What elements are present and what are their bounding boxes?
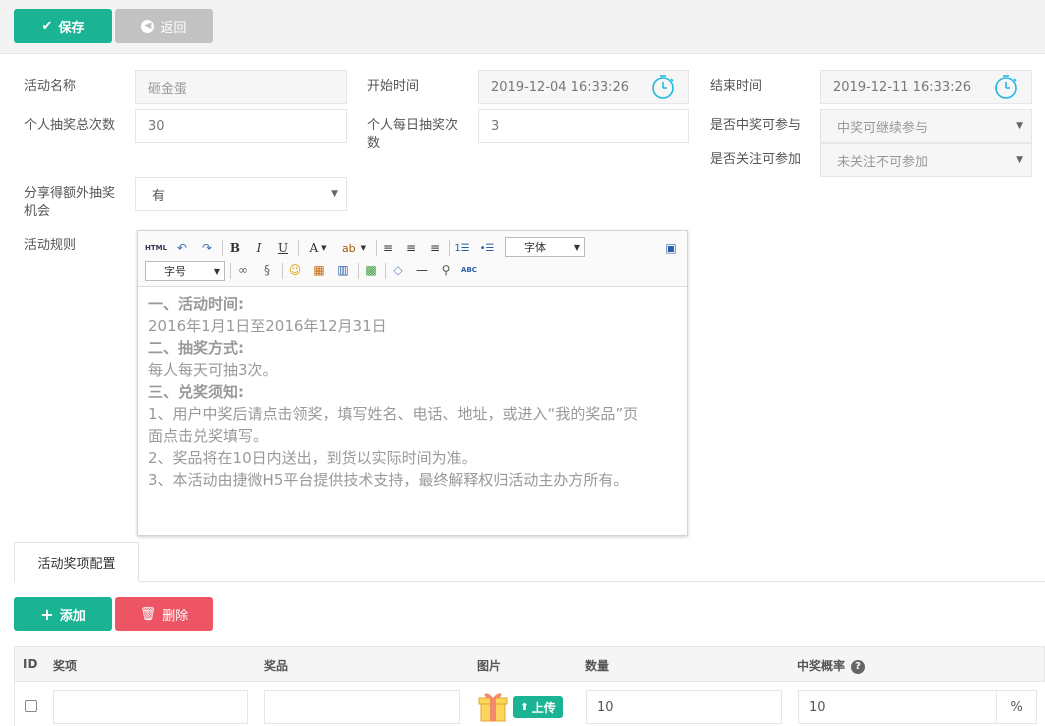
editor-paragraph: 2016年1月1日至2016年12月31日 [148,317,387,335]
align-center-icon[interactable]: ≡ [402,239,420,257]
rules-label: 活动规则 [24,238,77,253]
chevron-down-icon: ▼ [213,266,220,276]
tab-divider [14,581,1045,582]
chevron-down-icon: ▼ [1016,155,1023,165]
follow-required-select[interactable]: 未关注不可参加 ▼ [820,143,1032,177]
eraser-icon[interactable]: ◇ [389,261,407,279]
total-draws-label: 个人抽奖总次数 [24,118,116,133]
start-time-input[interactable]: 2019-12-04 16:33:26 [478,70,689,104]
save-button[interactable]: ✔ 保存 [14,9,112,43]
column-header-image: 图片 [477,659,502,673]
back-button[interactable]: ◀ 返回 [115,9,213,43]
editor-paragraph: 3、本活动由捷微H5平台提供技术支持，最终解释权归活动主办方所有。 [148,471,629,489]
column-header-id: ID [23,657,38,671]
plus-icon: + [40,604,54,624]
rules-editor[interactable]: HTML ↶ ↷ B I U A ▼ ab ▼ ≡ ≡ ≡ 1☰ •☰ 字体 ▼ … [137,230,688,536]
help-icon[interactable]: ? [851,659,866,674]
align-left-icon[interactable]: ≡ [379,239,397,257]
column-header-quantity: 数量 [585,659,610,673]
upload-icon: ⬆ [520,701,529,713]
editor-paragraph: 二、抽奖方式: [148,339,244,357]
editor-toolbar: HTML ↶ ↷ B I U A ▼ ab ▼ ≡ ≡ ≡ 1☰ •☰ 字体 ▼ … [138,231,687,287]
add-button[interactable]: + 添加 [14,597,112,631]
italic-icon[interactable]: I [250,239,268,257]
highlight-color-icon[interactable]: ab ▼ [338,239,370,257]
unlink-icon[interactable]: § [258,261,276,279]
column-header-probability: 中奖概率? [797,657,866,674]
total-draws-input[interactable]: 30 [135,109,347,143]
top-toolbar: ✔ 保存 ◀ 返回 [0,0,1045,54]
unordered-list-icon[interactable]: •☰ [478,239,496,257]
row-checkbox[interactable] [25,700,37,712]
undo-icon[interactable]: ↶ [173,239,191,257]
gift-icon [478,693,508,722]
after-win-label: 是否中奖可参与 [710,118,802,133]
daily-draws-label: 个人每日抽奖次数 [367,118,459,151]
after-win-select[interactable]: 中奖可继续参与 ▼ [820,109,1032,143]
tab-prize-config[interactable]: 活动奖项配置 [14,542,139,582]
start-time-label: 开始时间 [367,79,420,94]
emoji-icon[interactable]: ☺ [286,261,304,279]
editor-paragraph: 一、活动时间: [148,295,244,313]
daily-draws-input[interactable]: 3 [478,109,689,143]
percent-addon: % [997,690,1037,724]
column-header-award: 奖项 [53,659,78,673]
editor-content[interactable]: 一、活动时间: 2016年1月1日至2016年12月31日 二、抽奖方式: 每人每天可… [148,293,648,491]
chevron-down-icon: ▼ [573,242,580,252]
bold-icon[interactable]: B [226,239,244,257]
video-icon[interactable]: ▥ [334,261,352,279]
font-size-select[interactable]: 字号 ▼ [145,261,225,281]
table-row: ⬆ 上传 10 10 % [14,682,1045,726]
upload-button[interactable]: ⬆ 上传 [513,696,563,718]
font-color-icon[interactable]: A ▼ [304,239,332,257]
follow-required-label: 是否关注可参加 [710,152,802,167]
link-icon[interactable]: ∞ [234,261,252,279]
delete-button[interactable]: 🗑 删除 [115,597,213,631]
column-header-prize: 奖品 [264,659,289,673]
chevron-down-icon: ▼ [1016,121,1023,131]
redo-icon[interactable]: ↷ [198,239,216,257]
search-replace-icon[interactable]: ⚲ [437,261,455,279]
chevron-down-icon: ▼ [331,189,338,199]
activity-name-input[interactable]: 砸金蛋 [135,70,347,104]
editor-paragraph: 三、兑奖须知: [148,383,244,401]
editor-paragraph: 每人每天可抽3次。 [148,361,278,379]
activity-name-label: 活动名称 [24,79,77,94]
html-source-icon[interactable]: HTML [145,239,167,257]
check-icon: ✔ [41,18,53,34]
font-family-select[interactable]: 字体 ▼ [505,237,585,257]
align-right-icon[interactable]: ≡ [426,239,444,257]
award-input[interactable] [53,690,248,724]
probability-input[interactable]: 10 [798,690,997,724]
arrow-left-circle-icon: ◀ [141,19,155,33]
share-extra-select[interactable]: 有 ▼ [135,177,347,211]
clock-icon[interactable] [650,74,676,100]
fullscreen-icon[interactable]: ▣ [662,239,680,257]
prize-input[interactable] [264,690,460,724]
end-time-label: 结束时间 [710,79,763,94]
quantity-input[interactable]: 10 [586,690,782,724]
editor-paragraph: 1、用户中奖后请点击领奖，填写姓名、电话、地址，或进入“我的奖品”页面点击兑奖填… [148,405,639,445]
underline-icon[interactable]: U [274,239,292,257]
gallery-icon[interactable]: ▩ [362,261,380,279]
image-icon[interactable]: ▦ [310,261,328,279]
prize-table-header: ID 奖项 奖品 图片 数量 中奖概率? [14,646,1045,682]
horizontal-rule-icon[interactable]: — [413,261,431,279]
clock-icon[interactable] [993,74,1019,100]
ordered-list-icon[interactable]: 1☰ [453,239,471,257]
end-time-input[interactable]: 2019-12-11 16:33:26 [820,70,1032,104]
trash-icon: 🗑 [139,606,157,622]
share-extra-label: 分享得额外抽奖机会 [24,186,116,219]
editor-paragraph: 2、奖品将在10日内送出，到货以实际时间为准。 [148,449,477,467]
spellcheck-icon[interactable]: ABC [460,261,478,279]
